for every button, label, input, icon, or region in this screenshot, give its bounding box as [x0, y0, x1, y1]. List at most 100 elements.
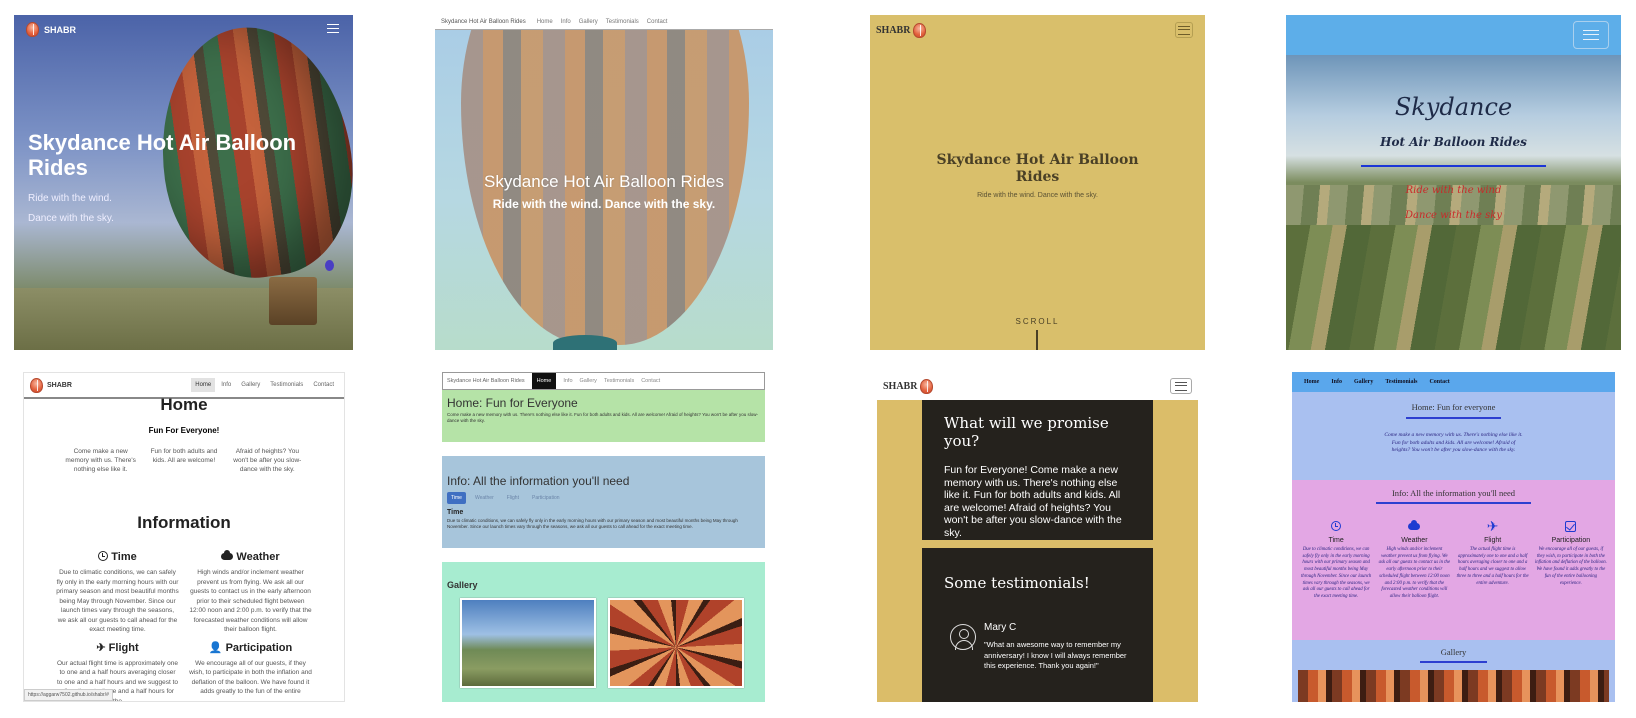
hamburger-menu-icon[interactable] — [1170, 378, 1192, 394]
testimonial-quote: "What an awesome way to remember my anni… — [984, 640, 1127, 670]
info-item-participation: 👤 Participation We encourage all of our … — [189, 641, 312, 702]
navbar: Skydance Hot Air Balloon Rides Home Info… — [442, 372, 765, 390]
balloon-logo-icon[interactable] — [30, 377, 43, 393]
nav-contact[interactable]: Contact — [309, 378, 338, 392]
nav-testimonials[interactable]: Testimonials — [606, 19, 639, 25]
nav-info[interactable]: Info — [1331, 379, 1342, 385]
nav-gallery[interactable]: Gallery — [580, 378, 597, 384]
information-heading: Information — [137, 513, 231, 532]
info-item-title: Flight — [1484, 537, 1502, 544]
info-section: Info: All the information you'll need Ti… — [442, 456, 765, 548]
tab-participation[interactable]: Participation — [528, 492, 564, 504]
screenshot-panel-5: SHABR Home Info Gallery Testimonials Con… — [23, 372, 345, 702]
nav-home[interactable]: Home — [191, 378, 216, 392]
nav-home[interactable]: Home — [1304, 379, 1319, 385]
nav-gallery[interactable]: Gallery — [237, 378, 264, 392]
navbar: SHABR — [877, 372, 1198, 400]
info-item-title: Time — [1328, 537, 1344, 544]
info-item-text: We encourage all of our guests, if they … — [1534, 547, 1607, 586]
info-item-text: We encourage all of our guests, if they … — [189, 659, 312, 696]
hamburger-menu-icon[interactable] — [1573, 21, 1609, 49]
promise-heading: What will we promise you? — [944, 414, 1109, 450]
hero-title: Skydance Hot Air Balloon Rides — [936, 152, 1139, 185]
info-item-time: Time Due to climatic conditions, we can … — [56, 551, 179, 635]
gallery-photo-fields[interactable] — [460, 598, 596, 688]
info-item-title: Flight — [108, 641, 139, 654]
scroll-indicator-label[interactable]: SCROLL — [870, 317, 1205, 326]
nav-home[interactable]: Home — [537, 19, 553, 25]
home-heading: Home: Fun for everyone — [1411, 402, 1496, 412]
screenshot-panel-1: SHABR Skydance Hot Air Balloon Rides Rid… — [14, 15, 353, 350]
tab-flight[interactable]: Flight — [503, 492, 523, 504]
nav-testimonials[interactable]: Testimonials — [604, 378, 634, 384]
brand-name[interactable]: SHABR — [883, 381, 917, 392]
home-divider — [1406, 417, 1501, 419]
gallery-photo-balloon[interactable] — [1298, 670, 1609, 702]
title-divider — [1361, 165, 1546, 167]
info-item-weather: Weather High winds and/or inclement weat… — [1378, 517, 1450, 601]
home-text: Come make a new memory with us. There's … — [447, 412, 759, 423]
brand-name[interactable]: SHABR — [47, 382, 72, 389]
navbar: Skydance Hot Air Balloon Rides Home Info… — [435, 15, 773, 30]
scroll-indicator-line — [1036, 330, 1038, 350]
screenshot-panel-7: SHABR What will we promise you? Fun for … — [877, 372, 1198, 702]
info-item-title: Weather — [1401, 537, 1428, 544]
plane-icon: ✈ — [1486, 517, 1499, 534]
brand-name[interactable]: Skydance Hot Air Balloon Rides — [447, 378, 525, 384]
brand-name[interactable]: Skydance Hot Air Balloon Rides — [441, 19, 526, 25]
screenshot-panel-4: Skydance Hot Air Balloon Rides Ride with… — [1286, 15, 1621, 350]
gallery-heading: Gallery — [1440, 647, 1467, 657]
tab-time[interactable]: Time — [447, 492, 466, 504]
person-icon: 👤 — [208, 641, 223, 654]
gallery-photo-balloon[interactable] — [608, 598, 744, 688]
info-item-text: High winds and/or inclement weather prev… — [189, 569, 312, 633]
time-heading: Time — [447, 509, 464, 516]
info-heading: Info: All the information you'll need — [1391, 488, 1516, 498]
hamburger-menu-icon[interactable] — [327, 24, 339, 35]
nav-home[interactable]: Home — [531, 373, 557, 389]
promise-text: Fun for Everyone! Come make a new memory… — [944, 464, 1122, 539]
tab-weather[interactable]: Weather — [471, 492, 498, 504]
info-divider — [1376, 502, 1531, 504]
checkbox-icon — [1565, 520, 1577, 532]
testimonials-card: Some testimonials! Mary C "What an aweso… — [922, 548, 1153, 702]
gallery-heading: Gallery — [447, 580, 478, 590]
info-item-participation: Participation We encourage all of our gu… — [1535, 517, 1607, 601]
nav-gallery[interactable]: Gallery — [579, 19, 598, 25]
hamburger-menu-icon[interactable] — [1175, 22, 1193, 38]
nav-gallery[interactable]: Gallery — [1354, 379, 1373, 385]
nav-info[interactable]: Info — [561, 19, 571, 25]
hero-tagline-1: Ride with the wind — [1405, 185, 1502, 196]
nav-info[interactable]: Info — [563, 378, 572, 384]
time-text: Due to climatic conditions, we can safel… — [447, 518, 738, 529]
hero-subtitle: Hot Air Balloon Rides — [1380, 135, 1527, 149]
distant-balloon-image — [325, 260, 334, 271]
navbar: SHABR — [26, 22, 339, 37]
balloon-logo-icon[interactable] — [913, 22, 927, 38]
clock-icon — [1331, 521, 1342, 531]
hero-title: Skydance Hot Air Balloon Rides — [28, 130, 297, 180]
brand-name[interactable]: SHABR — [876, 25, 910, 36]
info-item-time: Time Due to climatic conditions, we can … — [1300, 517, 1372, 601]
info-item-weather: Weather High winds and/or inclement weat… — [189, 550, 312, 635]
home-col-3: Afraid of heights? You won't be after yo… — [233, 448, 302, 473]
home-columns: Come make a new memory with us. There's … — [64, 447, 304, 474]
brand-name[interactable]: SHABR — [44, 25, 76, 35]
testimonials-heading: Some testimonials! — [944, 574, 1090, 592]
farmland-image — [1286, 225, 1621, 350]
balloon-logo-icon[interactable] — [920, 378, 934, 394]
info-tabs: Time Weather Flight Participation — [447, 492, 760, 504]
home-section: Home: Fun for Everyone Come make a new m… — [442, 390, 765, 442]
balloon-logo-icon[interactable] — [26, 22, 39, 37]
info-item-text: Due to climatic conditions, we can safel… — [1300, 547, 1372, 599]
info-grid: Time Due to climatic conditions, we can … — [56, 550, 312, 702]
home-heading: Home — [160, 395, 208, 414]
nav-contact[interactable]: Contact — [641, 378, 660, 384]
balloon-basket-image — [269, 277, 317, 325]
nav-contact[interactable]: Contact — [647, 19, 668, 25]
info-item-flight: ✈ Flight The actual flight time is appro… — [1457, 517, 1529, 601]
nav-testimonials[interactable]: Testimonials — [266, 378, 307, 392]
nav-info[interactable]: Info — [217, 378, 235, 392]
nav-testimonials[interactable]: Testimonials — [1385, 379, 1417, 385]
nav-contact[interactable]: Contact — [1429, 379, 1449, 385]
